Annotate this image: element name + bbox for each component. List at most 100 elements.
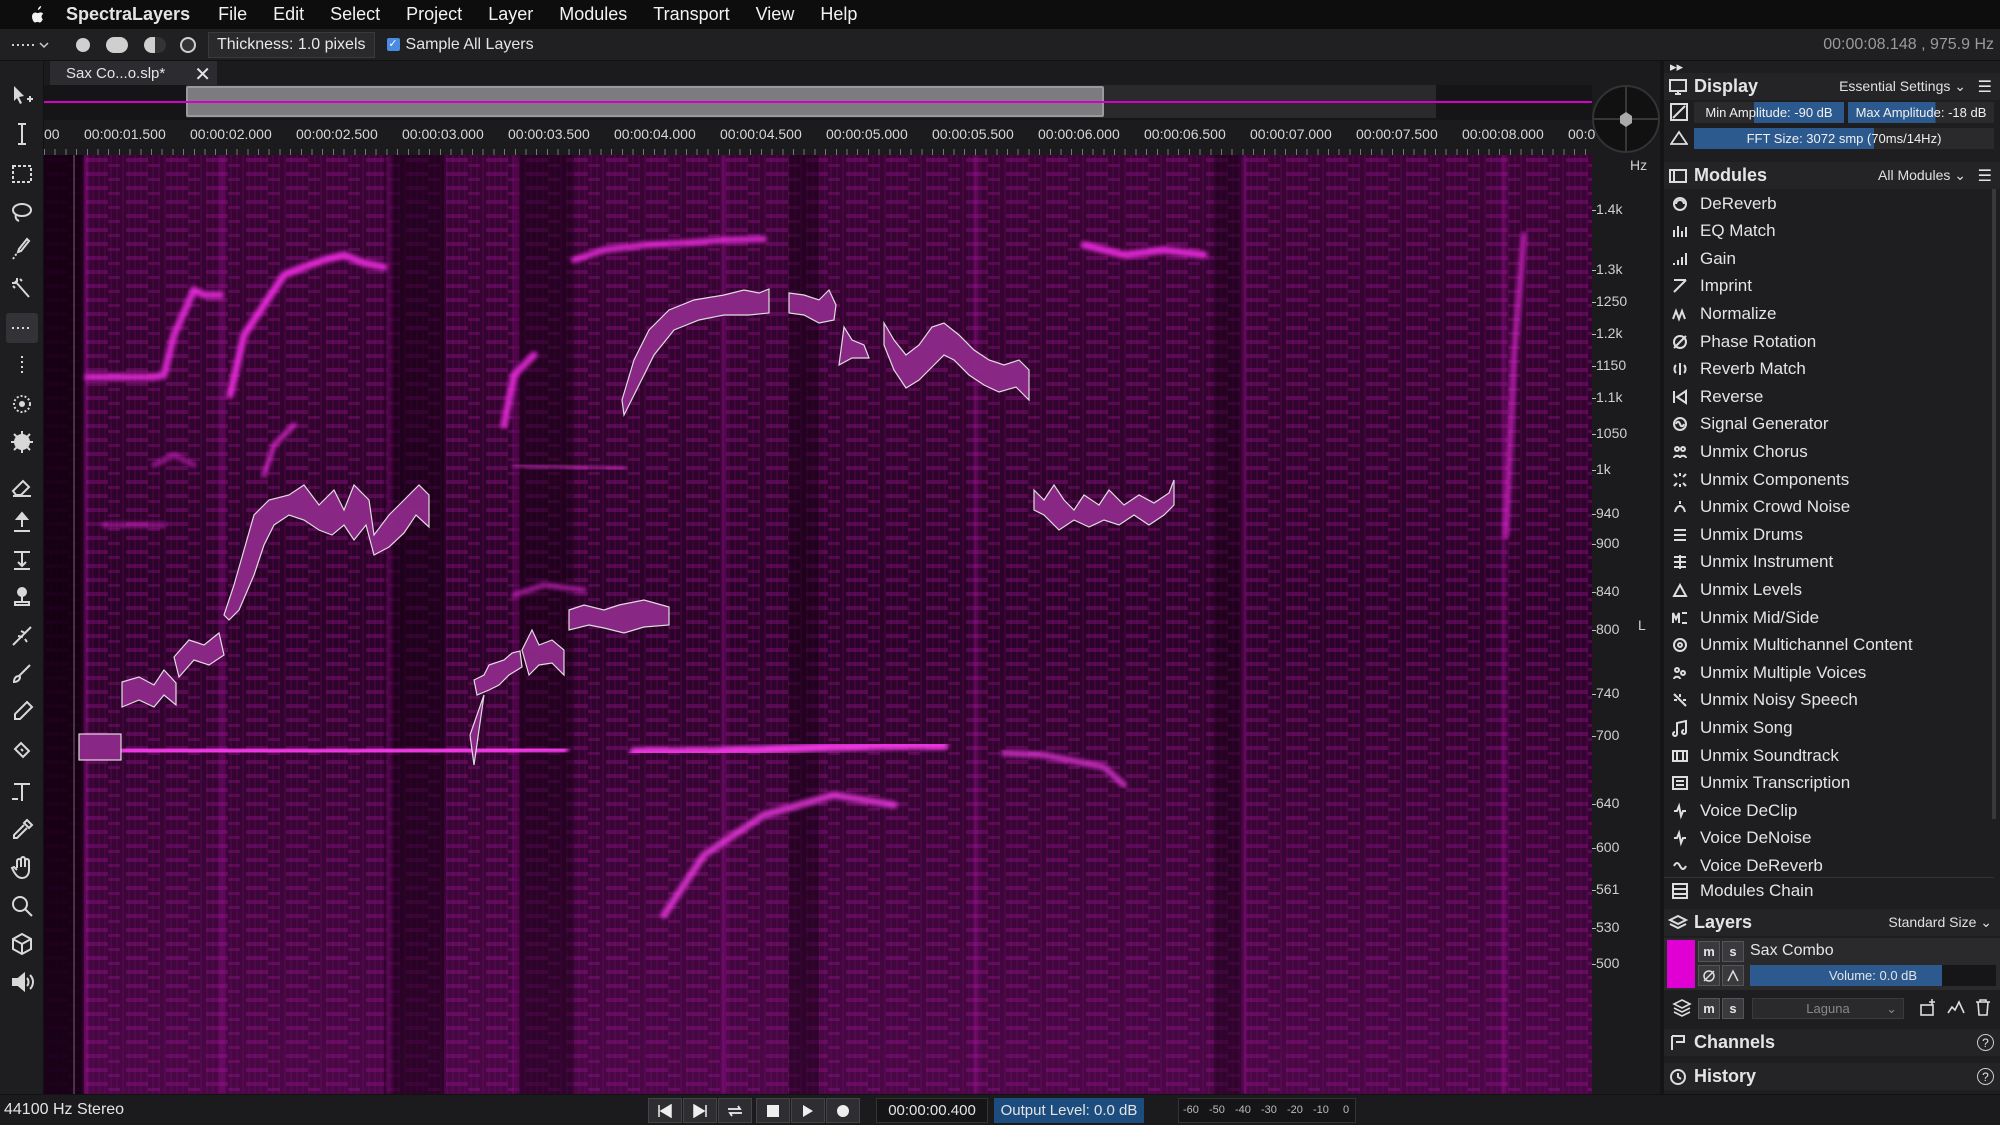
menu-select[interactable]: Select (330, 4, 380, 25)
record-button[interactable] (826, 1098, 860, 1123)
menu-view[interactable]: View (756, 4, 795, 25)
frequency-scale[interactable]: Hz 1.4k 1.3k 1250 1.2k 1150 1.1k 1050 1k… (1591, 155, 1660, 1094)
magic-wand-tool-button[interactable] (6, 273, 38, 303)
dispersion-tool-button[interactable] (6, 621, 38, 651)
document-tab[interactable]: Sax Co...o.slp* ✕ (50, 61, 217, 87)
text-tool-button[interactable] (6, 777, 38, 807)
module-item-unmix-soundtrack[interactable]: Unmix Soundtrack (1664, 742, 1994, 769)
layer-name[interactable]: Sax Combo (1750, 942, 1834, 960)
amplitude-tool-button[interactable] (6, 545, 38, 575)
menu-transport[interactable]: Transport (653, 4, 729, 25)
min-amplitude-slider[interactable]: Min Amplitude: -90 dB (1694, 102, 1844, 123)
layer-stack-icon[interactable] (1672, 997, 1692, 1017)
modules-menu-icon[interactable]: ☰ (1978, 166, 1992, 186)
layers-solo-button[interactable]: s (1722, 998, 1744, 1019)
module-item-normalize[interactable]: Normalize (1664, 300, 1994, 327)
layer-phase-invert-button[interactable] (1698, 965, 1720, 986)
modules-panel-header[interactable]: Modules All Modules ⌄ ☰ (1664, 162, 2000, 189)
menu-file[interactable]: File (218, 4, 247, 25)
frequency-line-tool-button[interactable] (6, 313, 38, 343)
app-name[interactable]: SpectraLayers (66, 4, 190, 25)
zoom-tool-button[interactable] (6, 891, 38, 921)
close-tab-icon[interactable]: ✕ (194, 62, 211, 87)
module-item-unmix-instrument[interactable]: Unmix Instrument (1664, 549, 1994, 576)
brush-shape-soft-button[interactable] (144, 36, 166, 53)
module-item-unmix-crowd-noise[interactable]: Unmix Crowd Noise (1664, 494, 1994, 521)
play-button[interactable] (791, 1098, 825, 1123)
module-item-dereverb[interactable]: DeReverb (1664, 190, 1994, 217)
module-item-imprint[interactable]: Imprint (1664, 273, 1994, 300)
eyedropper-tool-button[interactable] (6, 815, 38, 845)
hand-tool-button[interactable] (6, 853, 38, 883)
module-item-gain[interactable]: Gain (1664, 245, 1994, 272)
layer-volume-slider[interactable]: Volume: 0.0 dB (1750, 965, 1996, 986)
time-ruler[interactable]: 00 00:00:01.500 00:00:02.000 00:00:02.50… (44, 120, 1595, 155)
spectrogram-mode-icon[interactable] (1670, 103, 1688, 121)
heal-tool-button[interactable] (6, 735, 38, 765)
trash-icon[interactable] (1974, 997, 1992, 1017)
layer-row[interactable]: m s Sax Combo Volume: 0.0 dB (1664, 938, 2000, 990)
display-menu-icon[interactable]: ☰ (1978, 77, 1992, 97)
module-item-reverse[interactable]: Reverse (1664, 383, 1994, 410)
module-item-unmix-transcription[interactable]: Unmix Transcription (1664, 770, 1994, 797)
layers-mute-button[interactable]: m (1698, 998, 1720, 1019)
amplitude-up-tool-button[interactable] (6, 507, 38, 537)
spectrogram-canvas[interactable] (44, 155, 1592, 1094)
max-amplitude-slider[interactable]: Max Amplitude: -18 dB (1848, 102, 1994, 123)
layers-size-dropdown[interactable]: Standard Size ⌄ (1888, 914, 1992, 931)
module-item-voice-dereverb[interactable]: Voice DeReverb (1664, 852, 1994, 879)
module-item-unmix-multichannel-content[interactable]: Unmix Multichannel Content (1664, 632, 1994, 659)
rectangle-select-tool-button[interactable] (6, 159, 38, 189)
modules-filter-dropdown[interactable]: All Modules ⌄ (1878, 167, 1966, 184)
timeline-overview[interactable] (44, 85, 1592, 120)
layer-solo-button[interactable]: s (1722, 941, 1744, 962)
module-item-unmix-drums[interactable]: Unmix Drums (1664, 521, 1994, 548)
output-level-slider[interactable]: Output Level: 0.0 dB (994, 1098, 1144, 1123)
display-panel-header[interactable]: Display Essential Settings ⌄ ☰ (1664, 73, 2000, 100)
new-layer-icon[interactable] (1918, 997, 1938, 1017)
display-preset-dropdown[interactable]: Essential Settings ⌄ (1839, 78, 1966, 95)
module-item-voice-denoise[interactable]: Voice DeNoise (1664, 825, 1994, 852)
loop-button[interactable] (718, 1098, 752, 1123)
module-item-eq-match[interactable]: EQ Match (1664, 218, 1994, 245)
module-item-unmix-chorus[interactable]: Unmix Chorus (1664, 438, 1994, 465)
layer-mute-button[interactable]: m (1698, 941, 1720, 962)
module-item-phase-rotation[interactable]: Phase Rotation (1664, 328, 1994, 355)
channels-panel-header[interactable]: Channels ? (1664, 1029, 2000, 1056)
menu-edit[interactable]: Edit (273, 4, 304, 25)
menu-project[interactable]: Project (406, 4, 462, 25)
fft-size-slider[interactable]: FFT Size: 3072 smp (70ms/14Hz) (1694, 128, 1994, 149)
menu-modules[interactable]: Modules (559, 4, 627, 25)
module-item-reverb-match[interactable]: Reverb Match (1664, 356, 1994, 383)
lasso-tool-button[interactable] (6, 197, 38, 227)
history-panel-header[interactable]: History ? (1664, 1063, 2000, 1090)
3d-view-tool-button[interactable] (6, 929, 38, 959)
menu-help[interactable]: Help (820, 4, 857, 25)
help-icon[interactable]: ? (1977, 1068, 1994, 1085)
module-item-signal-generator[interactable]: Signal Generator (1664, 411, 1994, 438)
eraser-tool-button[interactable] (6, 471, 38, 501)
modules-chain-item[interactable]: Modules Chain (1664, 877, 1994, 904)
apple-icon[interactable] (24, 5, 50, 25)
navigator-puck[interactable] (1592, 85, 1660, 153)
module-item-unmix-components[interactable]: Unmix Components (1664, 466, 1994, 493)
pen-tool-button[interactable] (6, 697, 38, 727)
skip-back-button[interactable] (648, 1098, 682, 1123)
time-select-tool-button[interactable] (6, 119, 38, 149)
move-tool-button[interactable] (6, 81, 38, 111)
brush-tool-button[interactable] (6, 659, 38, 689)
modules-scrollbar[interactable] (1992, 189, 1996, 819)
module-item-unmix-song[interactable]: Unmix Song (1664, 714, 1994, 741)
module-item-unmix-levels[interactable]: Unmix Levels (1664, 576, 1994, 603)
module-item-unmix-multiple-voices[interactable]: Unmix Multiple Voices (1664, 659, 1994, 686)
stop-button[interactable] (756, 1098, 790, 1123)
sample-all-layers-checkbox[interactable]: ✓ Sample All Layers (386, 36, 534, 54)
module-item-unmix-mid-side[interactable]: Unmix Mid/Side (1664, 604, 1994, 631)
blend-mode-dropdown[interactable]: Laguna ⌄ (1752, 998, 1904, 1019)
brush-shape-hollow-button[interactable] (180, 36, 196, 53)
layer-link-button[interactable] (1722, 965, 1744, 986)
brush-shape-round-button[interactable] (76, 37, 90, 52)
module-item-unmix-noisy-speech[interactable]: Unmix Noisy Speech (1664, 687, 1994, 714)
clone-stamp-tool-button[interactable] (6, 583, 38, 613)
spectrogram-svg[interactable] (44, 155, 1592, 1094)
